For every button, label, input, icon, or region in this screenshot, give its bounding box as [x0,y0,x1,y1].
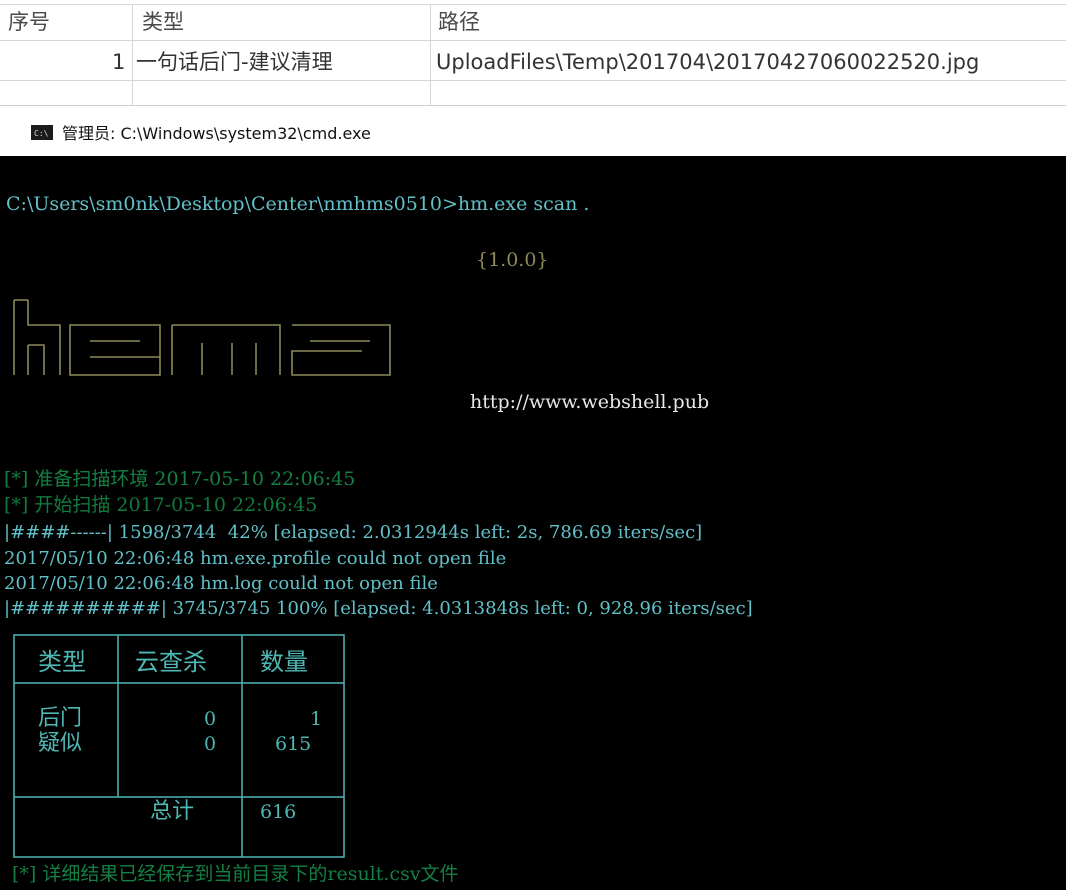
console-icon: C:\ [31,125,53,140]
result-saved-line: [*] 详细结果已经保存到当前目录下的result.csv文件 [12,863,459,885]
version-text: {1.0.0} [476,249,549,271]
status-line: [*] 准备扫描环境 2017-05-10 22:06:45 [4,468,356,490]
grid-row-divider [0,80,1066,81]
table-cell-type: 疑似 [38,731,83,756]
grid-col-divider [430,4,431,105]
results-grid: 序号 类型 路径 1 一句话后门-建议清理 UploadFiles\Temp\2… [0,0,1066,105]
log-line: 2017/05/10 22:06:48 hm.log could not ope… [4,573,438,594]
table-header-type: 类型 [38,648,86,676]
table-cell-count: 615 [275,733,312,755]
table-cell-type: 后门 [38,706,83,731]
url-text: http://www.webshell.pub [470,391,710,413]
table-total-value: 616 [260,801,297,823]
progress-line: |####------| 1598/3744 42% [elapsed: 2.0… [4,522,703,543]
status-line: [*] 开始扫描 2017-05-10 22:06:45 [4,494,318,516]
table-cell-cloud: 0 [204,733,217,755]
logo-text: hema [10,295,55,299]
table-total-label: 总计 [150,799,195,824]
command-prompt-line: C:\Users\sm0nk\Desktop\Center\nmhms0510>… [6,193,590,215]
row-index: 1 [112,50,126,74]
column-header-path[interactable]: 路径 [438,8,480,36]
column-header-type[interactable]: 类型 [142,8,184,36]
column-header-index[interactable]: 序号 [8,8,50,36]
grid-col-divider [132,4,133,105]
cmd-title-bar[interactable]: C:\ 管理员: C:\Windows\system32\cmd.exe [0,105,1066,156]
grid-top-border [0,4,1066,5]
table-cell-count: 1 [310,708,323,730]
grid-header-divider [0,40,1066,41]
console-output[interactable]: C:\Users\sm0nk\Desktop\Center\nmhms0510>… [0,155,1066,890]
row-type: 一句话后门-建议清理 [136,50,333,74]
table-cell-cloud: 0 [204,708,217,730]
progress-line: |##########| 3745/3745 100% [elapsed: 4.… [4,598,753,619]
window-title: 管理员: C:\Windows\system32\cmd.exe [62,124,371,143]
row-path: UploadFiles\Temp\201704\2017042706002252… [436,50,980,74]
log-line: 2017/05/10 22:06:48 hm.exe.profile could… [4,548,507,569]
cmd-window[interactable]: C:\ 管理员: C:\Windows\system32\cmd.exe C:\… [0,105,1066,890]
hema-ascii-logo: hema [10,295,391,376]
table-header-count: 数量 [260,648,308,676]
table-header-cloud: 云查杀 [135,648,207,676]
